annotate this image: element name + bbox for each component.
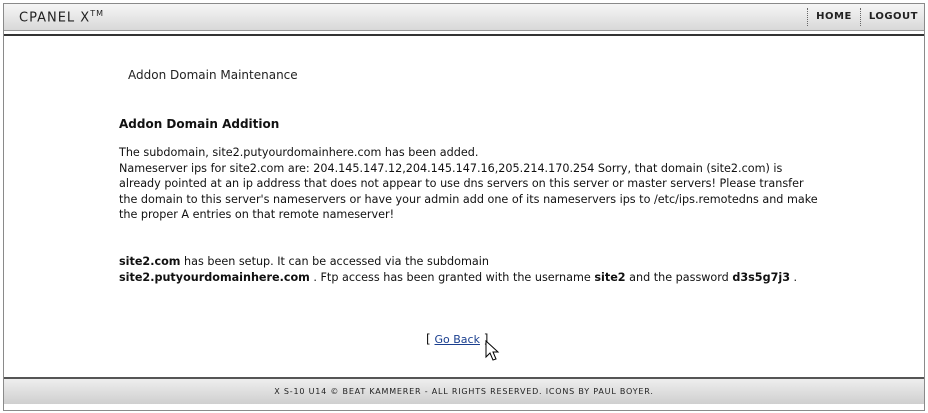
result-message: The subdomain, site2.putyourdomainhere.c…	[119, 145, 819, 223]
setup-text: .	[789, 270, 798, 284]
logo-text: CPANEL X	[19, 10, 91, 26]
setup-subdomain: site2.putyourdomainhere.com	[119, 270, 310, 284]
nav-divider	[859, 8, 861, 26]
nav-divider	[807, 8, 809, 26]
go-back-link[interactable]: Go Back	[435, 333, 480, 346]
nameserver-warning-text: Nameserver ips for site2.com are: 204.14…	[119, 161, 818, 222]
setup-paragraph: site2.com has been setup. It can be acce…	[119, 254, 819, 285]
header-rule	[4, 34, 924, 36]
section-title: Addon Domain Addition	[119, 117, 280, 131]
logout-link[interactable]: LOGOUT	[869, 8, 918, 26]
setup-text: . Ftp access has been granted with the u…	[309, 270, 595, 284]
setup-text: and the password	[625, 270, 733, 284]
cpanel-logo: CPANEL XTM	[19, 9, 104, 25]
home-link[interactable]: HOME	[816, 8, 852, 26]
mouse-cursor-icon	[485, 340, 500, 361]
setup-message: site2.com has been setup. It can be acce…	[119, 254, 819, 285]
ftp-password: d3s5g7j3	[732, 270, 790, 284]
ftp-username: site2	[594, 270, 626, 284]
setup-domain: site2.com	[119, 255, 181, 268]
setup-text: has been setup. It can be accessed via t…	[180, 255, 489, 268]
header-bar: CPANEL XTM HOME LOGOUT	[4, 4, 924, 31]
bracket-open: [	[426, 332, 435, 346]
page-frame: CPANEL XTM HOME LOGOUT Addon Domain Main…	[3, 3, 925, 411]
page-title: Addon Domain Maintenance	[128, 68, 298, 82]
go-back-container: [ Go Back ]	[426, 332, 488, 346]
subdomain-added-text: The subdomain, site2.putyourdomainhere.c…	[119, 146, 479, 159]
footer-copyright: X S-10 U14 © BEAT KAMMERER - ALL RIGHTS …	[274, 387, 654, 396]
footer-bar: X S-10 U14 © BEAT KAMMERER - ALL RIGHTS …	[4, 377, 924, 404]
top-nav: HOME LOGOUT	[799, 8, 918, 26]
logo-trademark: TM	[90, 9, 104, 18]
